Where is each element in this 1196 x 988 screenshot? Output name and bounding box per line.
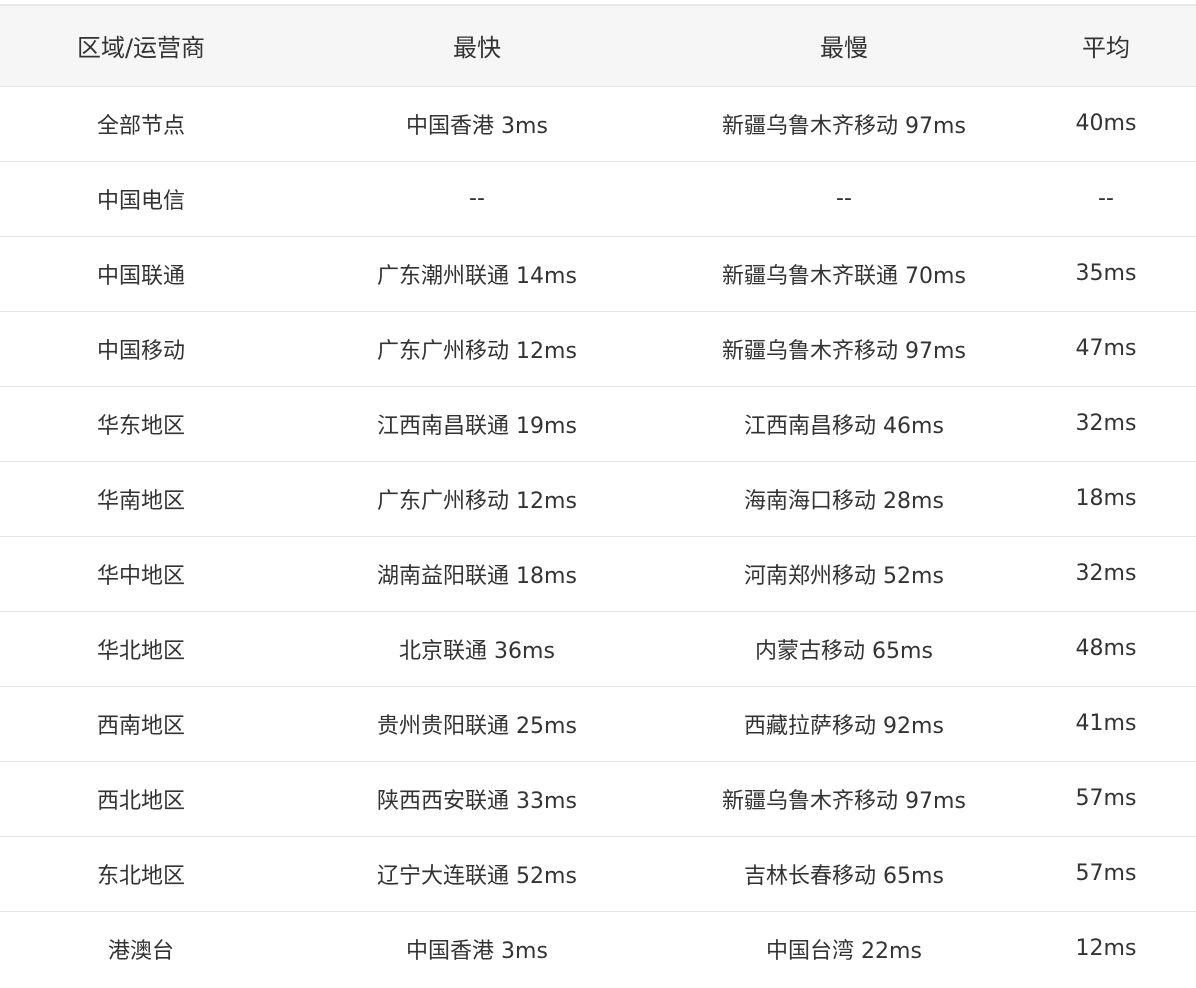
- cell-average: 41ms: [1016, 686, 1196, 762]
- table-row: 西北地区 陕西西安联通 33ms 新疆乌鲁木齐移动 97ms 57ms: [0, 761, 1196, 837]
- cell-average: 40ms: [1016, 86, 1196, 162]
- cell-fastest: --: [282, 161, 672, 237]
- table-header: 区域/运营商 最快 最慢 平均: [0, 4, 1196, 87]
- table-body: 全部节点 中国香港 3ms 新疆乌鲁木齐移动 97ms 40ms 中国电信 --…: [0, 86, 1196, 986]
- header-fastest: 最快: [282, 4, 672, 87]
- ping-results-table: 区域/运营商 最快 最慢 平均 全部节点 中国香港 3ms 新疆乌鲁木齐移动 9…: [0, 4, 1196, 986]
- table-row: 华北地区 北京联通 36ms 内蒙古移动 65ms 48ms: [0, 611, 1196, 687]
- cell-region: 中国移动: [0, 311, 282, 387]
- cell-fastest: 广东潮州联通 14ms: [282, 236, 672, 312]
- table-row: 港澳台 中国香港 3ms 中国台湾 22ms 12ms: [0, 911, 1196, 986]
- cell-region: 全部节点: [0, 86, 282, 162]
- cell-average: 57ms: [1016, 761, 1196, 837]
- cell-fastest: 陕西西安联通 33ms: [282, 761, 672, 837]
- cell-average: 18ms: [1016, 461, 1196, 537]
- cell-region: 中国电信: [0, 161, 282, 237]
- table-row: 中国移动 广东广州移动 12ms 新疆乌鲁木齐移动 97ms 47ms: [0, 311, 1196, 387]
- table-row: 中国联通 广东潮州联通 14ms 新疆乌鲁木齐联通 70ms 35ms: [0, 236, 1196, 312]
- cell-slowest: 新疆乌鲁木齐移动 97ms: [672, 311, 1016, 387]
- cell-region: 西北地区: [0, 761, 282, 837]
- cell-fastest: 湖南益阳联通 18ms: [282, 536, 672, 612]
- cell-average: --: [1016, 161, 1196, 237]
- header-row: 区域/运营商 最快 最慢 平均: [0, 4, 1196, 87]
- cell-region: 华中地区: [0, 536, 282, 612]
- table-row: 华东地区 江西南昌联通 19ms 江西南昌移动 46ms 32ms: [0, 386, 1196, 462]
- cell-average: 48ms: [1016, 611, 1196, 687]
- cell-fastest: 广东广州移动 12ms: [282, 311, 672, 387]
- cell-fastest: 广东广州移动 12ms: [282, 461, 672, 537]
- cell-slowest: --: [672, 161, 1016, 237]
- cell-region: 东北地区: [0, 836, 282, 912]
- cell-average: 32ms: [1016, 536, 1196, 612]
- cell-region: 中国联通: [0, 236, 282, 312]
- cell-slowest: 新疆乌鲁木齐移动 97ms: [672, 761, 1016, 837]
- cell-slowest: 新疆乌鲁木齐移动 97ms: [672, 86, 1016, 162]
- cell-region: 华北地区: [0, 611, 282, 687]
- table-row: 中国电信 -- -- --: [0, 161, 1196, 237]
- ping-results-table-container: 区域/运营商 最快 最慢 平均 全部节点 中国香港 3ms 新疆乌鲁木齐移动 9…: [0, 0, 1196, 986]
- cell-average: 47ms: [1016, 311, 1196, 387]
- cell-fastest: 辽宁大连联通 52ms: [282, 836, 672, 912]
- cell-average: 32ms: [1016, 386, 1196, 462]
- cell-region: 港澳台: [107, 938, 174, 964]
- cell-slowest: 吉林长春移动 65ms: [672, 836, 1016, 912]
- cell-region: 华东地区: [0, 386, 282, 462]
- cell-average: 35ms: [1016, 236, 1196, 312]
- cell-slowest: 海南海口移动 28ms: [672, 461, 1016, 537]
- table-row: 华中地区 湖南益阳联通 18ms 河南郑州移动 52ms 32ms: [0, 536, 1196, 612]
- cell-average: 12ms: [1075, 936, 1137, 962]
- header-slowest: 最慢: [672, 4, 1016, 87]
- cell-average: 57ms: [1016, 836, 1196, 912]
- cell-fastest: 贵州贵阳联通 25ms: [282, 686, 672, 762]
- cell-slowest: 江西南昌移动 46ms: [672, 386, 1016, 462]
- cell-slowest: 西藏拉萨移动 92ms: [672, 686, 1016, 762]
- header-average: 平均: [1016, 4, 1196, 87]
- cell-fastest: 中国香港 3ms: [406, 938, 548, 964]
- cell-region: 西南地区: [0, 686, 282, 762]
- cell-fastest: 北京联通 36ms: [282, 611, 672, 687]
- table-row: 西南地区 贵州贵阳联通 25ms 西藏拉萨移动 92ms 41ms: [0, 686, 1196, 762]
- cell-fastest: 中国香港 3ms: [282, 86, 672, 162]
- table-row: 全部节点 中国香港 3ms 新疆乌鲁木齐移动 97ms 40ms: [0, 86, 1196, 162]
- cell-slowest: 内蒙古移动 65ms: [672, 611, 1016, 687]
- cell-slowest: 中国台湾 22ms: [766, 938, 922, 964]
- table-row: 东北地区 辽宁大连联通 52ms 吉林长春移动 65ms 57ms: [0, 836, 1196, 912]
- cell-slowest: 新疆乌鲁木齐联通 70ms: [672, 236, 1016, 312]
- header-region-carrier: 区域/运营商: [0, 4, 282, 87]
- cell-region: 华南地区: [0, 461, 282, 537]
- cell-slowest: 河南郑州移动 52ms: [672, 536, 1016, 612]
- cell-fastest: 江西南昌联通 19ms: [282, 386, 672, 462]
- table-row: 华南地区 广东广州移动 12ms 海南海口移动 28ms 18ms: [0, 461, 1196, 537]
